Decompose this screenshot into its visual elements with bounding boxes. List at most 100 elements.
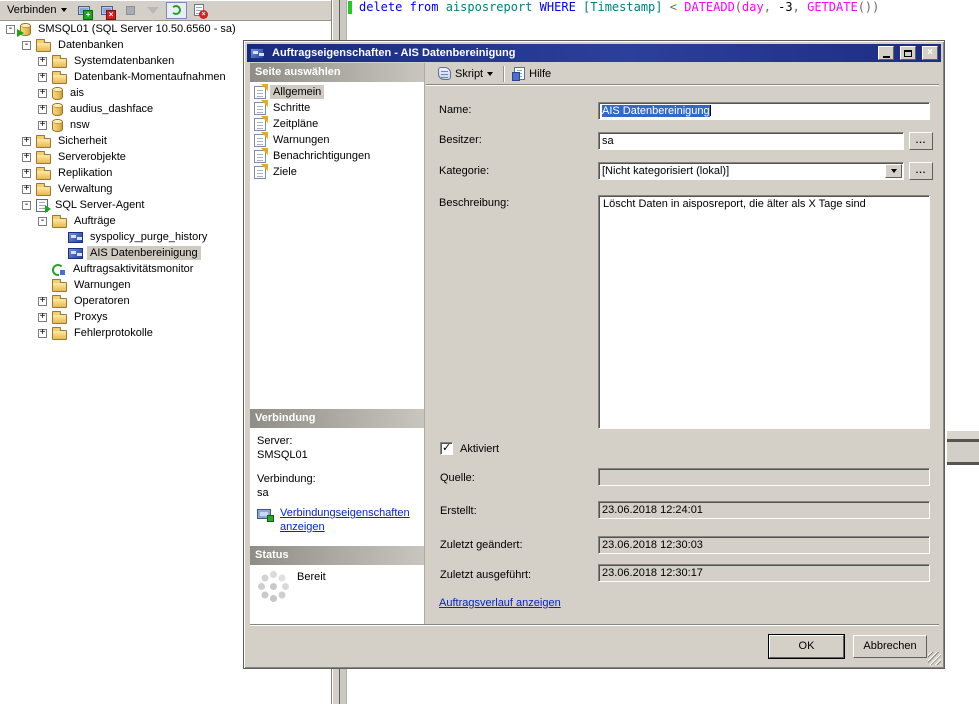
page-list[interactable]: Allgemein Schritte ZeitpläneWarnungenBenac… — [250, 84, 424, 180]
close-button[interactable]: × — [922, 46, 938, 60]
button-area-separator — [250, 624, 939, 626]
owner-label: Besitzer: — [439, 134, 482, 146]
editor-change-bar — [348, 1, 352, 14]
resize-grip[interactable] — [928, 652, 941, 665]
expand-icon[interactable]: + — [22, 185, 31, 194]
sql-token: from — [410, 0, 439, 14]
page-icon — [254, 134, 266, 147]
page-icon — [254, 86, 266, 99]
help-button[interactable]: Hilfe — [511, 66, 554, 81]
expand-icon[interactable]: + — [38, 313, 47, 322]
created-label: Erstellt: — [440, 505, 477, 517]
page-item-label: Ziele — [270, 165, 300, 179]
collapse-icon[interactable]: - — [6, 25, 15, 34]
expand-icon[interactable]: + — [38, 73, 47, 82]
chevron-down-icon — [891, 169, 897, 173]
sql-token: , — [764, 0, 771, 14]
connection-section-header: Verbindung — [250, 409, 424, 428]
page-item-warnungen[interactable]: Warnungen — [250, 132, 424, 148]
folder-icon — [52, 74, 67, 84]
page-item-schritte[interactable]: Schritte — [250, 100, 424, 116]
script-error-icon — [194, 4, 204, 16]
expand-icon[interactable]: + — [38, 329, 47, 338]
job-icon — [250, 48, 264, 59]
job-history-link[interactable]: Auftragsverlauf anzeigen — [439, 597, 561, 609]
script-button[interactable]: Skript — [435, 66, 496, 81]
dialog-title-bar[interactable]: Auftragseigenschaften - AIS Datenbereini… — [247, 44, 941, 62]
page-item-allgemein[interactable]: Allgemein — [250, 84, 424, 100]
sql-token: ( — [735, 0, 742, 14]
collapse-icon[interactable]: - — [38, 217, 47, 226]
collapse-icon[interactable]: - — [22, 41, 31, 50]
refresh-button[interactable] — [166, 2, 187, 19]
page-item-label: Zeitpläne — [270, 117, 321, 131]
executed-field: 23.06.2018 12:30:17 — [598, 564, 930, 582]
page-item-label: Schritte — [270, 101, 313, 115]
collapse-icon[interactable]: - — [22, 201, 31, 210]
script-button-label: Skript — [455, 68, 483, 80]
sql-token — [532, 0, 539, 14]
category-dropdown-button[interactable] — [885, 164, 902, 178]
tree-item-label: Serverobjekte — [55, 150, 129, 164]
page-item-label: Allgemein — [270, 85, 324, 99]
expand-icon[interactable]: + — [38, 121, 47, 130]
tree-item-smsql01-sql-server-10-50-6560-sa[interactable]: - SMSQL01 (SQL Server 10.50.6560 - sa) — [0, 21, 331, 37]
ok-button[interactable]: OK — [769, 635, 844, 658]
job-properties-dialog: Auftragseigenschaften - AIS Datenbereini… — [243, 40, 945, 669]
category-select[interactable]: [Nicht kategorisiert (lokal)] — [598, 162, 904, 180]
sql-token: day — [742, 0, 764, 14]
page-item-ziele[interactable]: Ziele — [250, 164, 424, 180]
cancel-button[interactable]: Abbrechen — [853, 635, 927, 658]
minimize-button[interactable] — [878, 46, 894, 60]
server-label: Server: — [257, 435, 292, 447]
tree-item-label: Warnungen — [71, 278, 133, 292]
sql-token — [402, 0, 409, 14]
description-textarea[interactable]: Löscht Daten in aisposreport, die älter … — [598, 195, 930, 429]
connect-dropdown-button[interactable]: Verbinden — [3, 2, 71, 18]
tree-item-label: Sicherheit — [55, 134, 110, 148]
page-item-benachrichtigungen[interactable]: Benachrichtigungen — [250, 148, 424, 164]
stop-icon — [126, 6, 135, 15]
category-selected-value: [Nicht kategorisiert (lokal)] — [602, 165, 729, 177]
filter-icon — [147, 7, 159, 14]
expand-icon[interactable]: + — [22, 153, 31, 162]
owner-field[interactable]: sa — [598, 132, 904, 150]
disconnect-icon — [101, 6, 113, 15]
expand-icon[interactable]: + — [38, 57, 47, 66]
connect-button[interactable] — [74, 2, 95, 19]
name-field[interactable]: AIS Datenbereinigung — [598, 102, 930, 120]
owner-browse-button[interactable]: ... — [909, 132, 933, 150]
tree-item-label: SMSQL01 (SQL Server 10.50.6560 - sa) — [35, 22, 239, 36]
sql-token: delete — [359, 0, 402, 14]
expand-icon[interactable]: + — [38, 89, 47, 98]
page-item-zeitpläne[interactable]: Zeitpläne — [250, 116, 424, 132]
expand-icon[interactable]: + — [22, 137, 31, 146]
expand-icon[interactable]: + — [38, 297, 47, 306]
expand-icon[interactable]: + — [38, 105, 47, 114]
object-explorer-toolbar-icons — [74, 2, 210, 19]
object-explorer-toolbar: Verbinden — [0, 0, 331, 21]
tree-item-label: Auftragsaktivitätsmonitor — [70, 262, 196, 276]
disconnect-button[interactable] — [97, 2, 118, 19]
filter-button — [143, 2, 164, 19]
folder-icon — [52, 330, 67, 340]
sql-token: GETDATE — [807, 0, 858, 14]
sql-token: ()) — [858, 0, 880, 14]
expand-icon[interactable]: + — [22, 169, 31, 178]
background-window-fragment — [947, 431, 979, 465]
script-error-button[interactable] — [189, 2, 210, 19]
job-icon — [68, 232, 83, 243]
folder-icon — [52, 298, 67, 308]
agent-icon — [36, 199, 48, 212]
maximize-button[interactable] — [900, 46, 916, 60]
enabled-checkbox[interactable] — [440, 442, 453, 455]
connection-label: Verbindung: — [257, 473, 316, 485]
executed-label: Zuletzt ausgeführt: — [440, 569, 531, 581]
source-label: Quelle: — [440, 472, 475, 484]
sql-token: < — [670, 0, 677, 14]
category-browse-button[interactable]: ... — [909, 162, 933, 180]
connection-properties-link[interactable]: Verbindungseigenschaften anzeigen — [280, 506, 420, 534]
folder-icon — [36, 42, 51, 52]
ssms-screen: Verbinden -SMSQL01 (SQL Server 10.50.656… — [0, 0, 979, 704]
script-icon — [438, 67, 451, 80]
